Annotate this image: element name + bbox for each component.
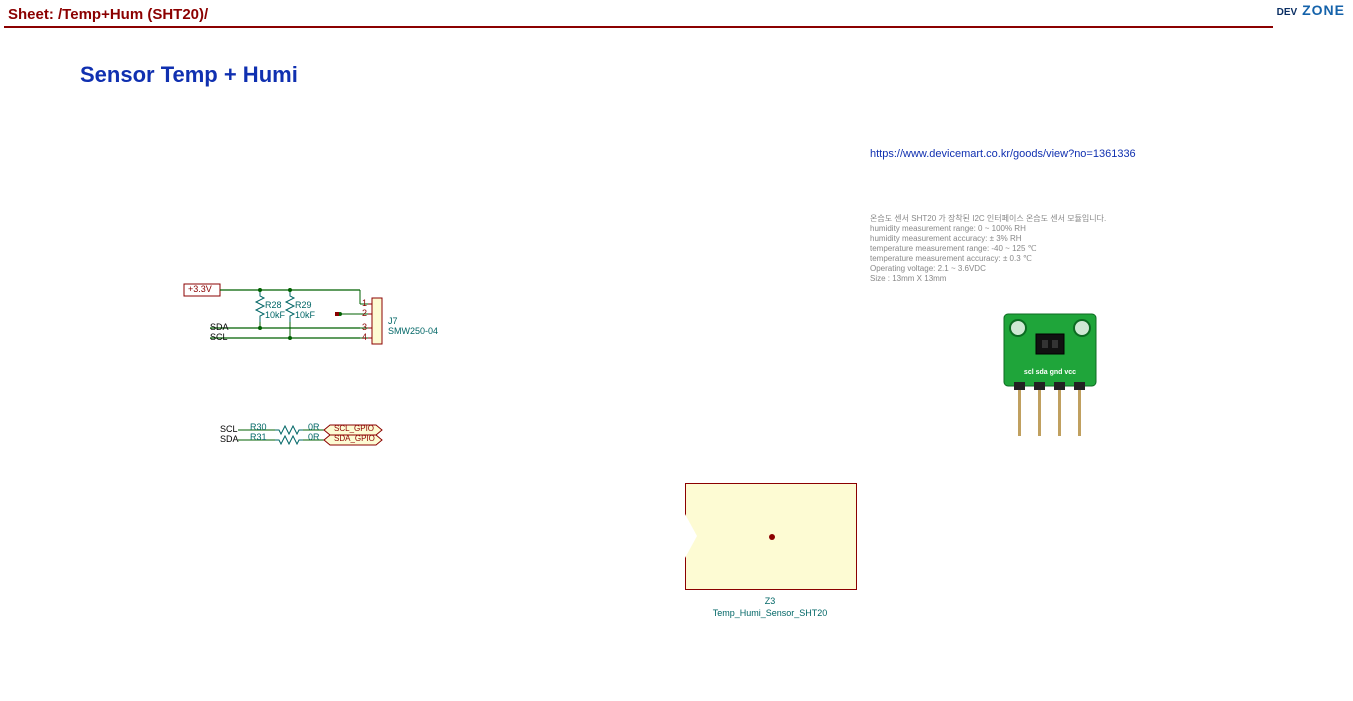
module-svg: scl sda gnd vcc bbox=[1000, 310, 1100, 440]
pin2: 2 bbox=[362, 308, 367, 318]
desc-line: Operating voltage: 2.1 ~ 3.6VDC bbox=[870, 264, 1106, 274]
j7-val: SMW250-04 bbox=[388, 326, 438, 336]
r30-val: 0R bbox=[308, 422, 320, 432]
module-image: scl sda gnd vcc bbox=[1000, 310, 1100, 445]
desc-line: humidity measurement range: 0 ~ 100% RH bbox=[870, 224, 1106, 234]
sda-label: SDA bbox=[210, 322, 229, 332]
header-rule bbox=[4, 26, 1273, 28]
schematic-area: +3.3V R28 10kF R29 10kF SDA SCL 1 2 3 4 … bbox=[180, 280, 440, 460]
r29-ref: R29 bbox=[295, 300, 312, 310]
pin1: 1 bbox=[362, 298, 367, 308]
sensor-description: 온습도 센서 SHT20 가 장착된 I2C 인터페이스 온습도 센서 모듈입니… bbox=[870, 214, 1106, 284]
desc-line: temperature measurement range: -40 ~ 125… bbox=[870, 244, 1106, 254]
component-symbol bbox=[685, 483, 857, 590]
sda-label2: SDA bbox=[220, 434, 239, 444]
r28-val: 10kF bbox=[265, 310, 285, 320]
desc-line: temperature measurement accuracy: ± 0.3 … bbox=[870, 254, 1106, 264]
page-title: Sensor Temp + Humi bbox=[80, 62, 298, 88]
logo: DEV ZONE bbox=[1277, 2, 1345, 18]
pin4: 4 bbox=[362, 332, 367, 342]
r31-val: 0R bbox=[308, 432, 320, 442]
sdagpio-tag: SDA_GPIO bbox=[334, 434, 375, 443]
origin-dot-icon bbox=[769, 534, 775, 540]
desc-line: Size : 13mm X 13mm bbox=[870, 274, 1106, 284]
desc-line: 온습도 센서 SHT20 가 장착된 I2C 인터페이스 온습도 센서 모듈입니… bbox=[870, 214, 1106, 224]
scl-label2: SCL bbox=[220, 424, 238, 434]
j7-ref: J7 bbox=[388, 316, 398, 326]
component-value: Temp_Humi_Sensor_SHT20 bbox=[685, 608, 855, 620]
logo-zone: ZONE bbox=[1302, 2, 1345, 18]
product-link[interactable]: https://www.devicemart.co.kr/goods/view?… bbox=[870, 148, 1136, 160]
scl-label: SCL bbox=[210, 332, 228, 342]
desc-line: humidity measurement accuracy: ± 3% RH bbox=[870, 234, 1106, 244]
component-caption: Z3 Temp_Humi_Sensor_SHT20 bbox=[685, 596, 855, 619]
sclgpio-tag: SCL_GPIO bbox=[334, 424, 374, 433]
power-label: +3.3V bbox=[188, 284, 212, 294]
r30-ref: R30 bbox=[250, 422, 267, 432]
logo-dev: DEV bbox=[1277, 7, 1298, 18]
r28-ref: R28 bbox=[265, 300, 282, 310]
pin3: 3 bbox=[362, 322, 367, 332]
r31-ref: R31 bbox=[250, 432, 267, 442]
svg-text:scl sda gnd vcc: scl sda gnd vcc bbox=[1024, 369, 1076, 376]
r29-val: 10kF bbox=[295, 310, 315, 320]
sheet-path: Sheet: /Temp+Hum (SHT20)/ bbox=[8, 6, 208, 23]
component-ref: Z3 bbox=[685, 596, 855, 608]
